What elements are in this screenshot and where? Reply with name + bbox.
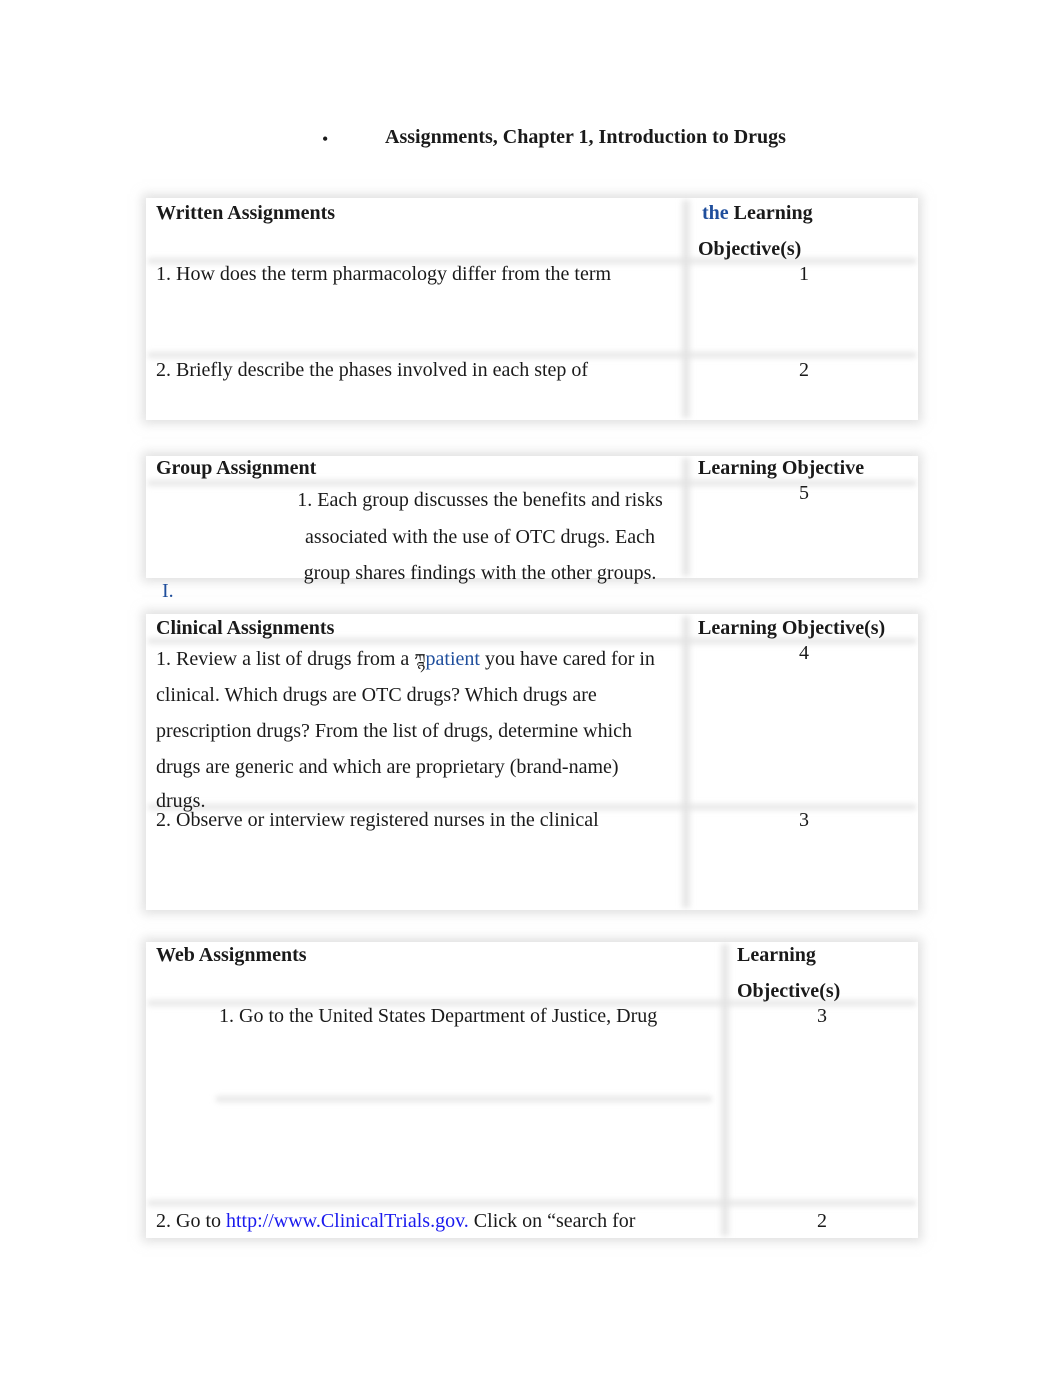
table-row-text: 1. Each group discusses the benefits and… <box>270 482 690 592</box>
text-span: Click on “search for <box>468 1210 636 1232</box>
text-line: clinical. Which drugs are OTC drugs? Whi… <box>156 684 597 706</box>
text-line: group shares findings with the other gro… <box>303 562 657 584</box>
lo-header-line1: Learning <box>728 202 813 224</box>
lo-header-line1: Learning <box>737 944 816 966</box>
row-divider <box>148 1200 916 1206</box>
table-row-text: 2. Observe or interview registered nurse… <box>156 809 599 831</box>
patient-icon: ཀྙ <box>414 650 426 669</box>
lo-header-prefix: the <box>702 202 729 224</box>
text-line: drugs are generic and which are propriet… <box>156 756 619 778</box>
clinical-header: Clinical Assignments <box>156 617 335 639</box>
table-row-text: 2. Briefly describe the phases involved … <box>156 359 589 381</box>
table-row-objective: 2 <box>799 359 809 381</box>
lo-header: the Learning <box>702 202 813 225</box>
column-divider <box>682 200 690 418</box>
row-divider <box>216 1096 712 1102</box>
group-header: Group Assignment <box>156 457 317 479</box>
table-frame <box>146 198 918 420</box>
lo-header-line2: Objective(s) <box>698 238 802 260</box>
text-span: 1. Review a list of drugs from a <box>156 648 415 670</box>
written-header: Written Assignments <box>156 202 336 224</box>
section-marker: I. <box>162 580 174 602</box>
table-row-text: 1. How does the term pharmacology differ… <box>156 263 612 285</box>
table-row-objective: 2 <box>817 1210 827 1232</box>
table-row-objective: 4 <box>799 642 809 664</box>
table-row-objective: 1 <box>799 263 809 285</box>
text-span: you have cared for in <box>479 648 655 670</box>
patient-link[interactable]: patient <box>426 648 480 670</box>
lo-header: Learning Objective(s) <box>698 617 886 639</box>
text-line: prescription drugs? From the list of dru… <box>156 720 633 742</box>
table-row-objective: 5 <box>799 482 809 504</box>
text-span: 2. Go to <box>156 1210 226 1232</box>
row-divider <box>148 352 916 358</box>
text-line: 1. Each group discusses the benefits and… <box>297 489 663 511</box>
web-header: Web Assignments <box>156 944 307 966</box>
table-row-objective: 3 <box>817 1005 827 1027</box>
clinicaltrials-link[interactable]: http://www.ClinicalTrials.gov. <box>226 1210 469 1232</box>
page-title: Assignments, Chapter 1, Introduction to … <box>385 126 786 148</box>
text-line: associated with the use of OTC drugs. Ea… <box>305 525 655 548</box>
column-divider <box>682 616 690 908</box>
title-bullet: • <box>322 129 329 149</box>
table-row-line: 2. Go to http://www.ClinicalTrials.gov. … <box>156 1210 635 1233</box>
table-row-text: clinical. Which drugs are OTC drugs? Whi… <box>156 677 632 819</box>
lo-header-line2: Objective(s) <box>737 980 841 1002</box>
lo-header: Learning Objective <box>698 457 865 479</box>
column-divider <box>721 944 729 1236</box>
table-row-text: 1. Go to the United States Department of… <box>219 1005 658 1027</box>
table-row-objective: 3 <box>799 809 809 831</box>
